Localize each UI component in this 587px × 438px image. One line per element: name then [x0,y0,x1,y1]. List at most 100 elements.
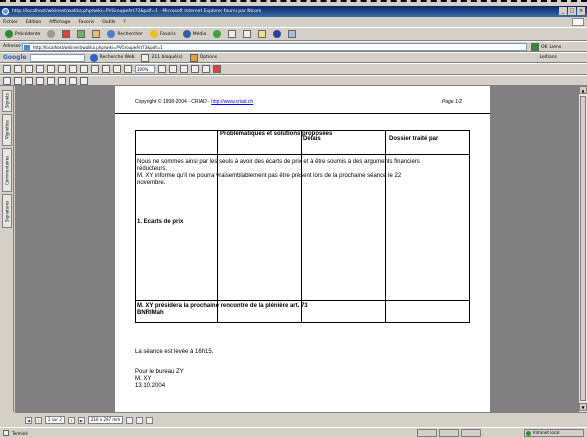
menu-view[interactable]: Affichage [49,20,70,25]
search-button[interactable]: Rechercher [105,29,144,40]
highlight-icon[interactable] [25,76,33,85]
pencil-icon[interactable] [47,76,55,85]
go-button[interactable]: OK [541,45,548,50]
scroll-down-icon[interactable]: ▼ [579,403,587,411]
refresh-button[interactable] [75,29,87,40]
overlapping-label: BNRIMah [137,310,164,316]
go-arrow-icon[interactable] [531,43,539,51]
media-icon [182,30,191,38]
zoom-in-icon[interactable] [124,65,132,73]
shape-tool-icon[interactable] [36,76,44,85]
close-button[interactable]: × [577,7,585,15]
facing-icon[interactable] [146,416,154,424]
history-icon [213,30,222,38]
rotate-icon[interactable] [202,65,210,73]
last-page-icon[interactable] [113,65,121,73]
text-tool-icon[interactable] [14,76,22,85]
messenger-icon [273,30,282,38]
search-pdf-icon[interactable] [36,65,44,73]
discuss-button[interactable] [271,29,283,40]
address-input[interactable]: http://localhost/wikinest/walika.php/wik… [22,43,527,51]
print-button[interactable] [241,29,253,40]
media-button[interactable]: Média [181,29,209,40]
tab-bookmarks[interactable]: Signets [2,90,12,112]
menu-help[interactable]: ? [123,20,125,25]
page-size: 210 x 297 mm [87,416,124,424]
pdf-toolbar-secondary [0,75,587,86]
google-options-button[interactable]: Options [188,52,219,63]
stamp-icon[interactable] [58,76,66,85]
last-page-button[interactable]: ► [77,416,85,424]
maximize-button[interactable]: □ [568,7,576,15]
single-page-icon[interactable] [126,416,134,424]
vertical-scrollbar[interactable]: ▲ ▼ [578,86,587,412]
zoom-field[interactable]: 100% [135,65,155,73]
fit-width-icon[interactable] [191,65,199,73]
save-icon[interactable] [3,65,11,73]
tab-comments[interactable]: Commentaires [2,148,12,192]
email-pdf-icon[interactable] [25,65,33,73]
select-text-icon[interactable] [58,65,66,73]
zoom-out-icon[interactable] [158,65,166,73]
next-page-icon[interactable] [102,65,110,73]
page-indicator[interactable]: 2 sur 2 [45,416,65,424]
stop-icon [62,30,71,38]
menubar: Fichier Edition Affichage Favoris Outils… [0,17,587,27]
menu-favorites[interactable]: Favoris [78,20,94,25]
criad-link[interactable]: http://www.criad.ch [211,99,253,105]
next-page-button[interactable]: › [67,416,75,424]
first-page-button[interactable]: ◄ [25,416,32,424]
intro-line-1: Nous ne sommes ainsi par les seuls à avo… [137,159,420,165]
first-page-icon[interactable] [80,65,88,73]
intro-line-2: réducteurs. [137,166,168,172]
tab-thumbnails[interactable]: Vignettes [2,114,12,146]
google-search-icon [89,53,98,62]
attach-icon[interactable] [69,76,77,85]
windows-flag-icon [572,18,584,26]
menu-tools[interactable]: Outils [102,20,115,25]
google-search-web-button[interactable]: Recherche Web [88,52,137,63]
navigation-tabs: Signets Vignettes Commentaires Signature… [0,86,14,412]
options-icon [189,53,198,62]
col-header-deadlines: Délais [303,136,321,142]
minimize-button[interactable]: _ [559,7,567,15]
address-bar: Adresse http://localhost/wikinest/walika… [0,41,587,52]
menu-file[interactable]: Fichier [3,20,18,25]
links-button[interactable]: Liens [550,45,562,50]
favorites-button[interactable]: Favoris [148,29,178,40]
forward-button[interactable] [45,29,57,40]
hand-tool-icon[interactable] [47,65,55,73]
closing-line: La séance est levée à 16h15. [135,349,214,355]
page-number: Page 1/2 [441,99,462,105]
fit-page-icon[interactable] [180,65,188,73]
scroll-thumb[interactable] [580,96,586,401]
prev-page-icon[interactable] [91,65,99,73]
acrobat-icon[interactable] [213,65,221,73]
sign-icon[interactable] [80,76,88,85]
actual-size-icon[interactable] [169,65,177,73]
popup-blocker-button[interactable]: 211 bloqué(s) [139,52,184,63]
comment-icon[interactable] [3,76,11,85]
printer-icon [243,30,252,38]
security-zone: Intranet local [524,429,584,437]
prev-page-button[interactable]: ‹ [35,416,42,424]
continuous-icon[interactable] [136,416,144,424]
popup-blocker-icon [141,53,150,62]
snapshot-icon[interactable] [69,65,77,73]
refresh-icon [77,30,86,38]
print-pdf-icon[interactable] [14,65,22,73]
tab-signatures[interactable]: Signatures [2,194,12,228]
google-search-input[interactable] [29,53,85,62]
mail-button[interactable] [226,29,238,40]
research-button[interactable] [286,29,298,40]
back-button[interactable]: Précédente [3,29,42,40]
menu-edit[interactable]: Edition [26,20,42,25]
edit-button[interactable] [256,29,268,40]
links-toolbar-label[interactable]: Leltians [540,55,557,60]
home-button[interactable] [90,29,102,40]
page-navigation-bar: ◄ ‹ 2 sur 2 › ► 210 x 297 mm [15,412,587,427]
mail-icon [228,30,237,38]
stop-button[interactable] [60,29,72,40]
scroll-up-icon[interactable]: ▲ [579,86,587,94]
history-button[interactable] [211,29,223,40]
